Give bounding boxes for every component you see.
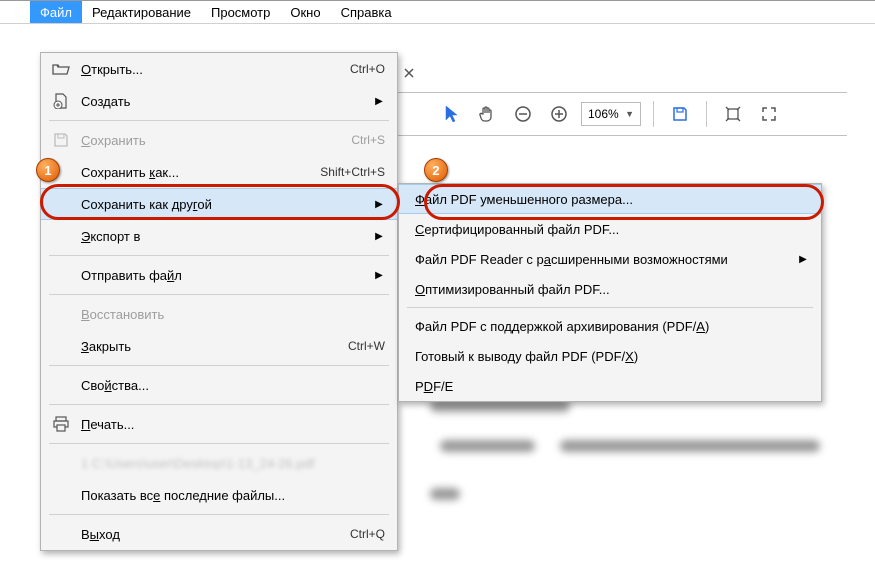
menu-item-close[interactable]: Закрыть Ctrl+W (41, 330, 397, 362)
select-tool-icon[interactable] (437, 100, 465, 128)
submenu-item-pdfe[interactable]: PDF/E (399, 371, 821, 401)
menu-shortcut: Ctrl+O (350, 62, 385, 76)
zoom-value: 106% (588, 107, 619, 121)
menu-label: Экспорт в (73, 229, 373, 244)
toolbar-separator (653, 101, 654, 127)
submenu-item-reader-extended[interactable]: Файл PDF Reader с расширенными возможнос… (399, 244, 821, 274)
menu-item-export[interactable]: Экспорт в ▶ (41, 220, 397, 252)
menu-separator (49, 255, 389, 256)
menu-separator (49, 294, 389, 295)
menu-label: Печать... (73, 417, 385, 432)
menu-label: Оптимизированный файл PDF... (415, 282, 809, 297)
menu-label: Сохранить (73, 133, 351, 148)
menu-label: Файл PDF Reader с расширенными возможнос… (415, 252, 797, 267)
menu-item-create[interactable]: Создать ▶ (41, 85, 397, 117)
menu-item-properties[interactable]: Свойства... (41, 369, 397, 401)
folder-open-icon (49, 62, 73, 76)
menu-item-send-file[interactable]: Отправить файл ▶ (41, 259, 397, 291)
zoom-in-button[interactable] (545, 100, 573, 128)
menu-label: Создать (73, 94, 373, 109)
print-icon (49, 416, 73, 432)
toolbar-separator (706, 101, 707, 127)
menu-separator (49, 443, 389, 444)
menu-label: Выход (73, 527, 350, 542)
menu-file[interactable]: Файл (30, 1, 82, 23)
menu-label: Готовый к выводу файл PDF (PDF/X) (415, 349, 809, 364)
submenu-arrow-icon: ▶ (373, 96, 385, 107)
menu-item-print[interactable]: Печать... (41, 408, 397, 440)
menu-label: Свойства... (73, 378, 385, 393)
submenu-item-optimized-pdf[interactable]: Оптимизированный файл PDF... (399, 274, 821, 304)
file-menu-dropdown: Открыть... Ctrl+O Создать ▶ Сохранить Ct… (40, 52, 398, 551)
zoom-level-select[interactable]: 106% ▼ (581, 102, 641, 126)
save-icon (49, 132, 73, 148)
submenu-item-pdfa[interactable]: Файл PDF с поддержкой архивирования (PDF… (399, 311, 821, 341)
chevron-down-icon: ▼ (625, 109, 634, 119)
menu-help[interactable]: Справка (331, 1, 402, 23)
menu-label: Файл PDF с поддержкой архивирования (PDF… (415, 319, 809, 334)
menu-label: PDF/E (415, 379, 809, 394)
save-icon[interactable] (666, 100, 694, 128)
menu-separator (49, 120, 389, 121)
menu-item-revert: Восстановить (41, 298, 397, 330)
menu-separator (49, 404, 389, 405)
submenu-arrow-icon: ▶ (373, 270, 385, 281)
menu-item-recent-file: 1 C:\Users\user\Desktop\1-13_24-26.pdf (41, 447, 397, 479)
tab-strip (397, 58, 421, 88)
menu-view[interactable]: Просмотр (201, 1, 280, 23)
annotation-badge-2: 2 (424, 158, 448, 182)
menu-window[interactable]: Окно (280, 1, 330, 23)
menu-label: Восстановить (73, 307, 385, 322)
hand-tool-icon[interactable] (473, 100, 501, 128)
menu-item-open[interactable]: Открыть... Ctrl+O (41, 53, 397, 85)
fit-width-icon[interactable] (719, 100, 747, 128)
zoom-out-button[interactable] (509, 100, 537, 128)
menu-label: Сохранить как... (73, 165, 320, 180)
submenu-arrow-icon: ▶ (373, 231, 385, 242)
document-new-icon (49, 93, 73, 109)
annotation-highlight-1 (40, 184, 400, 220)
menu-label: Показать все последние файлы... (73, 488, 385, 503)
menubar: Файл Редактирование Просмотр Окно Справк… (0, 0, 875, 24)
menu-label: Закрыть (73, 339, 348, 354)
menu-shortcut: Shift+Ctrl+S (320, 165, 385, 179)
menu-item-save: Сохранить Ctrl+S (41, 124, 397, 156)
menu-item-exit[interactable]: Выход Ctrl+Q (41, 518, 397, 550)
annotation-highlight-2 (424, 184, 824, 220)
menu-separator (49, 365, 389, 366)
menu-shortcut: Ctrl+Q (350, 527, 385, 541)
tab-close-button[interactable] (397, 61, 421, 85)
menu-separator (407, 307, 813, 308)
menu-edit[interactable]: Редактирование (82, 1, 201, 23)
fullscreen-icon[interactable] (755, 100, 783, 128)
menu-item-show-recent[interactable]: Показать все последние файлы... (41, 479, 397, 511)
menu-shortcut: Ctrl+W (348, 339, 385, 353)
menu-label: Отправить файл (73, 268, 373, 283)
menu-shortcut: Ctrl+S (351, 133, 385, 147)
menu-separator (49, 514, 389, 515)
toolbar: 106% ▼ (397, 92, 847, 136)
submenu-arrow-icon: ▶ (797, 254, 809, 265)
menu-label: 1 C:\Users\user\Desktop\1-13_24-26.pdf (73, 456, 385, 471)
menu-label: Сертифицированный файл PDF... (415, 222, 809, 237)
annotation-badge-1: 1 (36, 158, 60, 182)
menu-label: Открыть... (73, 62, 350, 77)
submenu-item-pdfx[interactable]: Готовый к выводу файл PDF (PDF/X) (399, 341, 821, 371)
